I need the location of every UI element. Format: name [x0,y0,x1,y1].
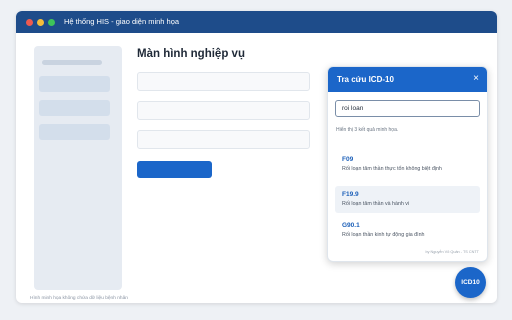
result-code: F19.9 [342,191,359,198]
result-count-text: Hiển thị 3 kết quả minh họa. [336,127,399,133]
form-field[interactable] [137,130,310,149]
window-title: Hệ thống HIS - giao diện minh họa [64,17,180,26]
result-item[interactable]: F19.9 Rối loạn tâm thần và hành vi [335,186,480,213]
page-title: Màn hình nghiệp vụ [137,48,245,60]
form-field[interactable] [137,72,310,91]
sidebar [34,46,122,290]
submit-button[interactable] [137,161,212,178]
close-window-button[interactable] [26,19,33,26]
panel-header: Tra cứu ICD-10 × [328,67,487,92]
result-description: Rối loạn tâm thần thực tổn không biệt đị… [342,166,442,172]
minimize-window-button[interactable] [37,19,44,26]
sidebar-item[interactable] [39,100,110,116]
result-code: G90.1 [342,222,360,229]
result-description: Rối loạn thần kinh tự động gia đình [342,232,425,238]
result-description: Rối loạn tâm thần và hành vi [342,201,410,207]
sidebar-header-placeholder [42,60,102,65]
close-icon[interactable]: × [473,73,479,85]
sidebar-item[interactable] [39,124,110,140]
maximize-window-button[interactable] [48,19,55,26]
title-bar: Hệ thống HIS - giao diện minh họa [16,11,497,33]
icd-lookup-panel: Tra cứu ICD-10 × Hiển thị 3 kết quả minh… [327,66,488,262]
result-item[interactable]: F09 Rối loạn tâm thần thực tổn không biệ… [335,151,480,178]
sidebar-item[interactable] [39,76,110,92]
panel-title: Tra cứu ICD-10 [337,75,394,84]
form-field[interactable] [137,101,310,120]
icd-search-input[interactable] [335,100,480,117]
result-code: F09 [342,156,354,163]
footer-note: Hình minh họa không chứa dữ liệu bệnh nh… [30,296,128,301]
result-item[interactable]: G90.1 Rối loạn thần kinh tự động gia đìn… [335,217,480,244]
credit-text: by Nguyễn Võ Quân - TS CNTT [425,250,479,254]
icd10-fab-button[interactable]: ICD10 [455,267,486,298]
